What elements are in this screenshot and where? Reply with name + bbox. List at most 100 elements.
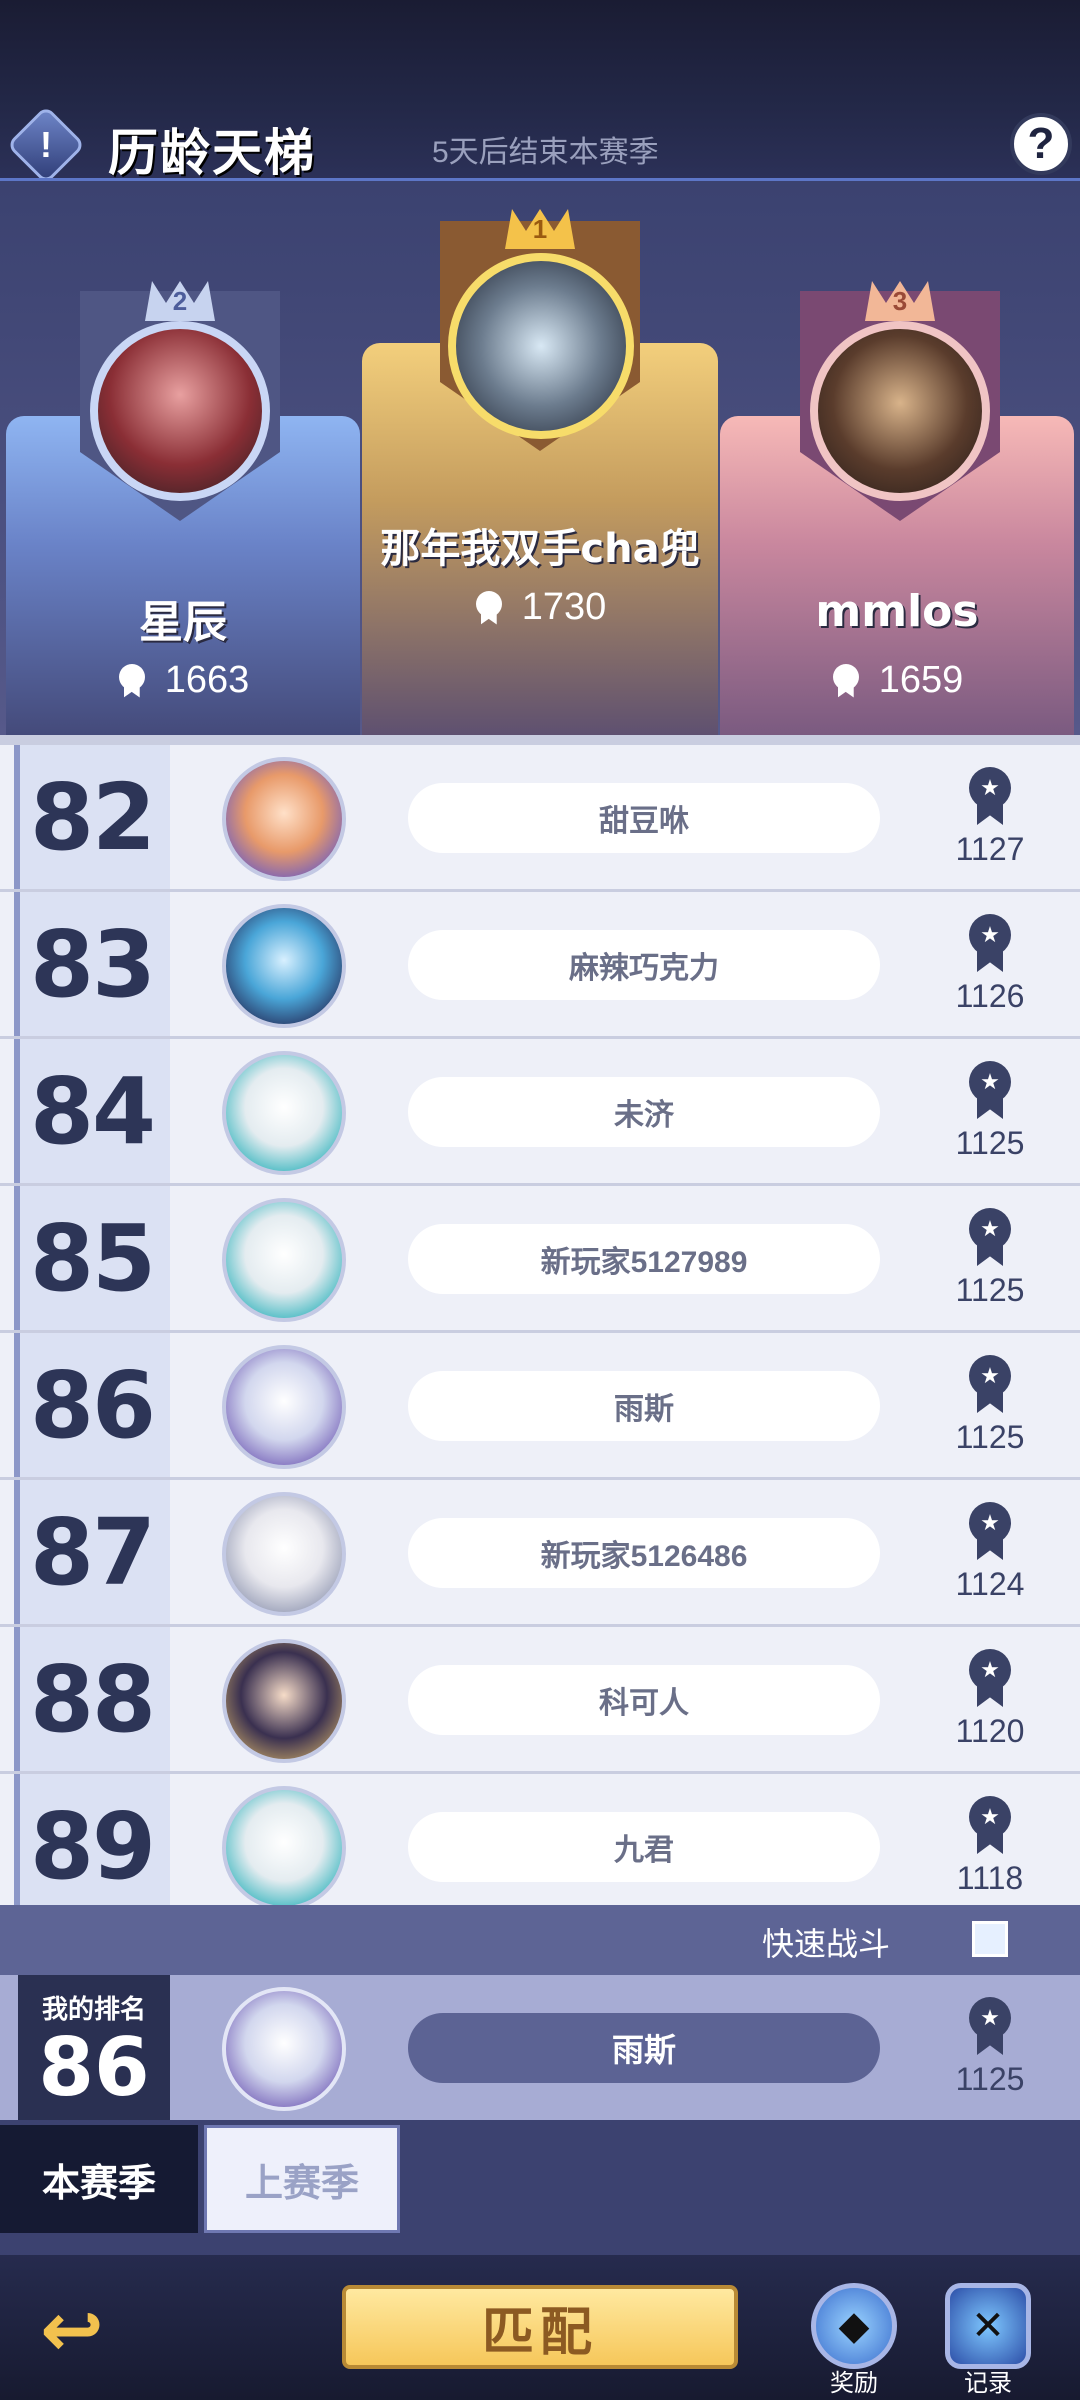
quick-battle-bar: 快速战斗 — [0, 1905, 1080, 1975]
rank-cell: 82 — [14, 745, 170, 889]
avatar[interactable] — [222, 1639, 346, 1763]
crown-icon-third: 3 — [865, 281, 935, 321]
podium-score-third: 1659 — [720, 659, 1074, 702]
avatar-third[interactable] — [810, 321, 990, 501]
avatar[interactable] — [222, 1786, 346, 1905]
star-icon: ★ — [980, 1510, 1000, 1535]
table-row[interactable]: 82 甜豆咻 ★ 1127 — [0, 745, 1080, 889]
back-arrow-icon[interactable]: ↩ — [28, 2285, 116, 2373]
diamond-icon: ◆ — [811, 2283, 897, 2369]
match-button[interactable]: 匹配 — [342, 2285, 738, 2369]
score-block: ★ 1124 — [940, 1502, 1040, 1603]
exclamation-icon: ! — [40, 124, 52, 165]
podium-score-first: 1730 — [362, 586, 718, 629]
rank-number: 87 — [29, 1498, 156, 1606]
top-three-podium: 2 1 3 星辰 那年我双手cha兜 mmlos 1663 1730 1659 — [0, 178, 1080, 736]
avatar-first[interactable] — [448, 253, 634, 439]
score-value: 1120 — [955, 1713, 1025, 1749]
player-name: 麻辣巧克力 — [408, 930, 880, 1000]
score-value: 1125 — [955, 1272, 1025, 1308]
podium-score-value: 1663 — [164, 659, 250, 701]
table-row[interactable]: 86 雨斯 ★ 1125 — [0, 1333, 1080, 1477]
score-block: ★ 1120 — [940, 1649, 1040, 1750]
tab-previous-season[interactable]: 上赛季 — [204, 2125, 400, 2233]
calendar-icon: ✕ — [945, 2283, 1031, 2369]
player-name: 科可人 — [408, 1665, 880, 1735]
avatar[interactable] — [222, 1345, 346, 1469]
podium-score-value: 1659 — [878, 659, 964, 701]
table-row[interactable]: 89 九君 ★ 1118 — [0, 1774, 1080, 1905]
avatar[interactable] — [222, 757, 346, 881]
score-block: ★ 1118 — [940, 1796, 1040, 1897]
star-icon: ★ — [980, 1216, 1000, 1241]
score-value: 1124 — [955, 1566, 1025, 1602]
medal-icon: ★ — [965, 1208, 1015, 1268]
avatar[interactable] — [222, 1492, 346, 1616]
player-name: 九君 — [408, 1812, 880, 1882]
avatar-second[interactable] — [90, 321, 270, 501]
score-block: ★ 1125 — [940, 1355, 1040, 1456]
star-icon: ★ — [980, 1363, 1000, 1388]
score-value: 1125 — [955, 1419, 1025, 1455]
my-score-block: ★ 1125 — [940, 1997, 1040, 2098]
help-button[interactable]: ? — [1010, 113, 1072, 175]
score-value: 1118 — [956, 1860, 1024, 1896]
rank-cell: 88 — [14, 1627, 170, 1771]
rank-number: 84 — [29, 1057, 156, 1165]
header-bar: ! 历龄天梯 5天后结束本赛季 ? — [0, 105, 1080, 185]
table-row[interactable]: 84 未济 ★ 1125 — [0, 1039, 1080, 1183]
rank-cell: 83 — [14, 892, 170, 1036]
record-button[interactable]: ✕ 记录 — [940, 2283, 1036, 2398]
rank-number: 82 — [29, 763, 156, 871]
reward-button[interactable]: ◆ 奖励 — [806, 2283, 902, 2398]
season-tabs: 本赛季 上赛季 — [0, 2120, 1080, 2255]
rank-number: 88 — [29, 1645, 156, 1753]
quick-battle-checkbox[interactable] — [972, 1921, 1008, 1957]
reward-label: 奖励 — [830, 2370, 878, 2397]
rank-number: 86 — [29, 1351, 156, 1459]
rank-cell: 85 — [14, 1186, 170, 1330]
my-rank-row[interactable]: 我的排名 86 雨斯 ★ 1125 — [0, 1975, 1080, 2120]
avatar[interactable] — [222, 904, 346, 1028]
podium-name-second: 星辰 — [139, 597, 227, 648]
player-name: 甜豆咻 — [408, 783, 880, 853]
rank-cell: 84 — [14, 1039, 170, 1183]
medal-icon — [474, 590, 504, 625]
table-row[interactable]: 85 新玩家5127989 ★ 1125 — [0, 1186, 1080, 1330]
player-name: 雨斯 — [408, 1371, 880, 1441]
medal-icon — [117, 663, 147, 698]
bottom-nav: ↩ 匹配 ◆ 奖励 ✕ 记录 — [0, 2255, 1080, 2400]
medal-icon: ★ — [965, 1061, 1015, 1121]
rank-number: 89 — [29, 1792, 156, 1900]
star-icon: ★ — [980, 922, 1000, 947]
podium-score-value: 1730 — [521, 586, 607, 628]
tab-current-season[interactable]: 本赛季 — [0, 2125, 198, 2233]
player-name: 未济 — [408, 1077, 880, 1147]
table-row[interactable]: 87 新玩家5126486 ★ 1124 — [0, 1480, 1080, 1624]
medal-icon — [831, 663, 861, 698]
star-icon: ★ — [980, 1069, 1000, 1094]
star-icon: ★ — [980, 2005, 1000, 2030]
table-row[interactable]: 83 麻辣巧克力 ★ 1126 — [0, 892, 1080, 1036]
season-countdown: 5天后结束本赛季 — [432, 136, 659, 169]
score-value: 1127 — [955, 831, 1025, 867]
table-row[interactable]: 88 科可人 ★ 1120 — [0, 1627, 1080, 1771]
star-icon: ★ — [980, 1657, 1000, 1682]
podium-score-second: 1663 — [6, 659, 360, 702]
my-rank-number: 86 — [38, 2021, 150, 2114]
medal-icon: ★ — [965, 1649, 1015, 1709]
my-player-name: 雨斯 — [408, 2013, 880, 2083]
my-avatar[interactable] — [222, 1987, 346, 2111]
player-name: 新玩家5127989 — [408, 1224, 880, 1294]
crown-icon-first: 1 — [505, 209, 575, 249]
podium-name-third: mmlos — [815, 586, 979, 637]
rank-cell: 89 — [14, 1774, 170, 1905]
score-block: ★ 1126 — [940, 914, 1040, 1015]
avatar[interactable] — [222, 1198, 346, 1322]
medal-icon: ★ — [965, 914, 1015, 974]
avatar[interactable] — [222, 1051, 346, 1175]
ranking-list[interactable]: 82 甜豆咻 ★ 1127 83 麻辣巧克力 ★ 1126 84 未济 ★ 11… — [0, 735, 1080, 1905]
medal-icon: ★ — [965, 1502, 1015, 1562]
info-button[interactable]: ! — [6, 105, 86, 185]
medal-icon: ★ — [965, 1796, 1015, 1856]
